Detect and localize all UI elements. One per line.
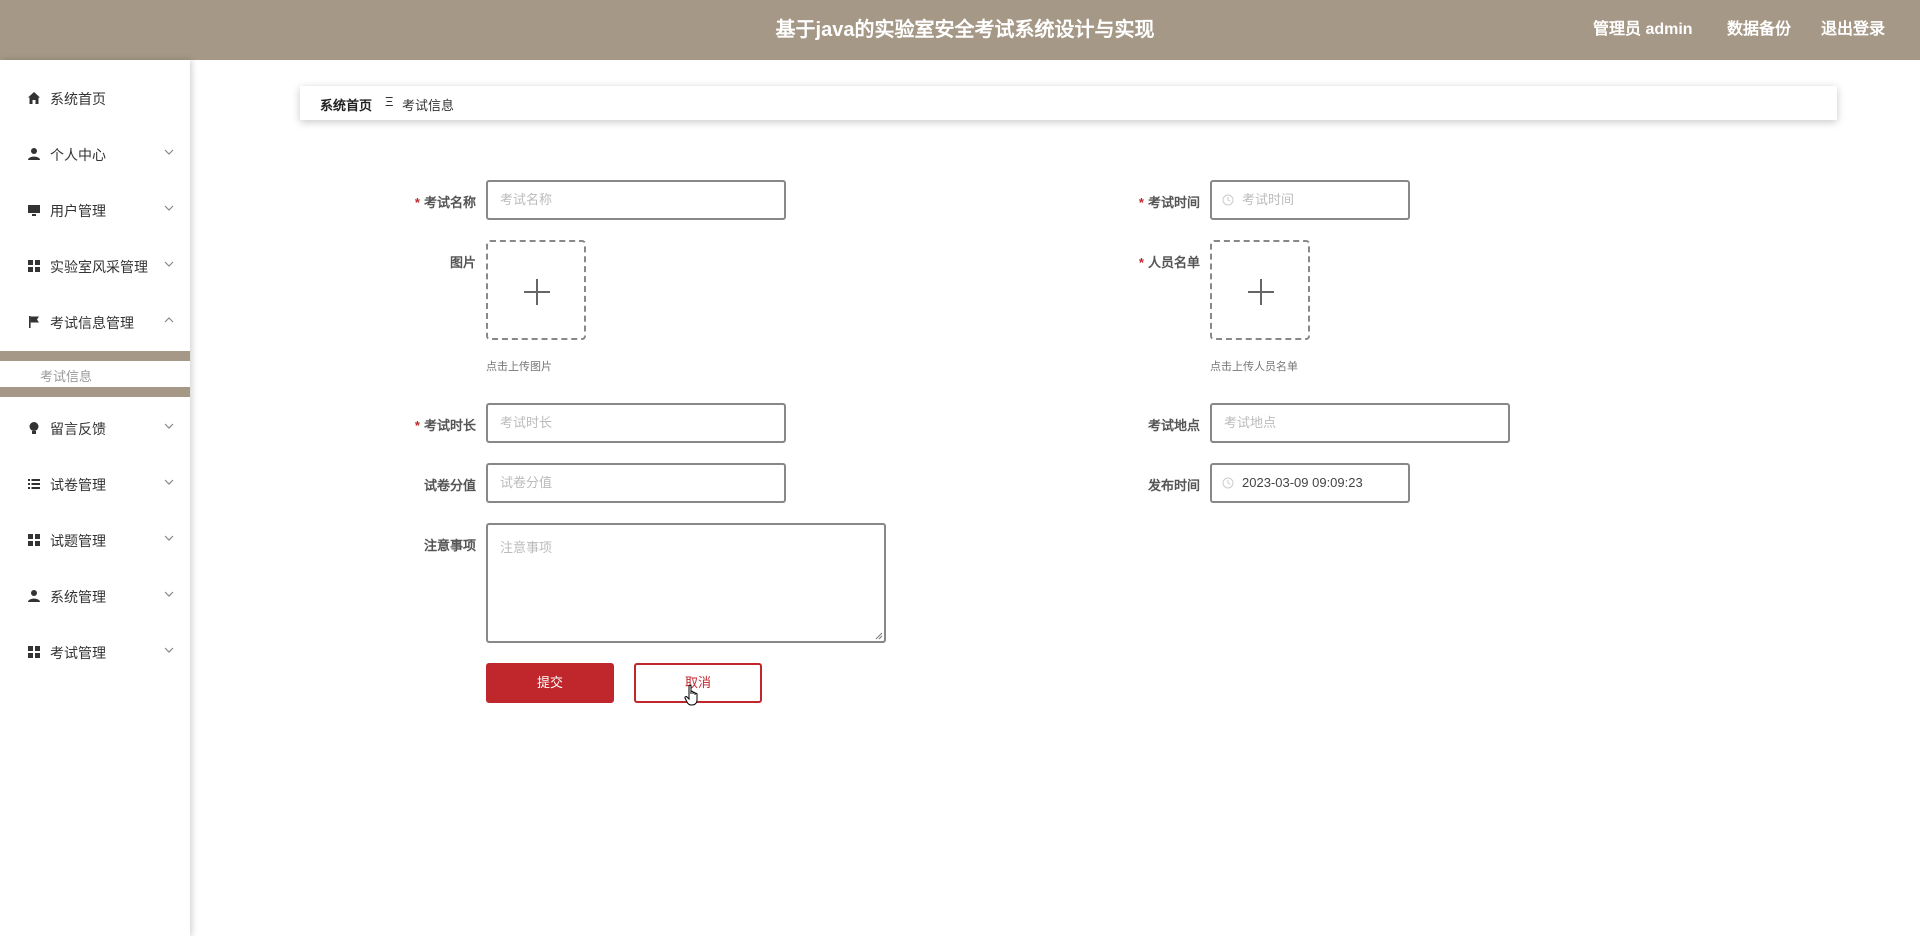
top-header: 基于java的实验室安全考试系统设计与实现 管理员 admin 数据备份 退出登… (0, 0, 1920, 60)
sidebar-item-label: 考试管理 (50, 645, 106, 661)
sidebar-subitem-exam-info[interactable]: 考试信息 (0, 361, 190, 387)
exam-name-label: * 考试名称 (414, 195, 476, 210)
chevron-down-icon (164, 591, 174, 597)
sidebar-item-exam-info-management[interactable]: 考试信息管理 (0, 302, 190, 342)
breadcrumb-home-link[interactable]: 系统首页 (320, 95, 372, 114)
chevron-down-icon (164, 479, 174, 485)
publish-time-label: 发布时间 (1147, 478, 1200, 493)
admin-user-link[interactable]: 管理员 admin (1593, 0, 1693, 60)
clock-icon (1222, 477, 1234, 489)
roster-label: * 人员名单 (1138, 255, 1200, 270)
sidebar-item-label: 系统首页 (50, 91, 106, 107)
breadcrumb: 系统首页 Ξ 考试信息 (300, 86, 1837, 120)
sidebar-item-label: 留言反馈 (50, 421, 106, 437)
sidebar-item-lab-showcase[interactable]: 实验室风采管理 (0, 246, 190, 286)
duration-label: * 考试时长 (414, 418, 476, 433)
logout-link[interactable]: 退出登录 (1821, 0, 1885, 60)
publish-time-value: 2023-03-09 09:09:23 (1242, 475, 1363, 490)
sidebar-item-label: 用户管理 (50, 203, 106, 219)
user-icon (28, 590, 40, 602)
chevron-down-icon (164, 205, 174, 211)
duration-input[interactable]: 考试时长 (486, 403, 786, 443)
user-icon (28, 148, 40, 160)
sidebar-item-label: 个人中心 (50, 147, 106, 163)
chevron-up-icon (164, 317, 174, 323)
sidebar-subitem-label: 考试信息 (40, 369, 93, 384)
sidebar-item-label: 考试信息管理 (50, 315, 134, 331)
score-label: 试卷分值 (423, 478, 476, 493)
list-icon (28, 479, 40, 489)
chevron-down-icon (164, 647, 174, 653)
notes-placeholder: 注意事项 (500, 540, 553, 555)
sidebar-item-label: 系统管理 (50, 589, 106, 605)
chevron-down-icon (164, 261, 174, 267)
data-backup-link[interactable]: 数据备份 (1727, 0, 1791, 60)
submit-button[interactable]: 提交 (486, 663, 614, 703)
exam-time-label: * 考试时间 (1138, 195, 1200, 210)
picture-upload-hint: 点击上传图片 (486, 361, 552, 373)
grid-icon (28, 646, 40, 658)
picture-upload[interactable] (486, 240, 586, 340)
sidebar-item-home[interactable]: 系统首页 (0, 78, 190, 118)
chevron-down-icon (164, 535, 174, 541)
submenu-divider-top (0, 351, 190, 361)
publish-time-picker[interactable]: 2023-03-09 09:09:23 (1210, 463, 1410, 503)
picture-label: 图片 (449, 255, 476, 270)
submenu-divider-bottom (0, 387, 190, 397)
sidebar-item-label: 试题管理 (50, 533, 106, 549)
sidebar-item-exam-management[interactable]: 考试管理 (0, 632, 190, 672)
roster-upload[interactable] (1210, 240, 1310, 340)
sidebar-item-user-management[interactable]: 用户管理 (0, 190, 190, 230)
roster-upload-hint: 点击上传人员名单 (1210, 361, 1298, 373)
grid-icon (28, 534, 40, 546)
clock-icon (1222, 194, 1234, 206)
flag-icon (29, 316, 39, 328)
exam-time-picker[interactable]: 考试时间 (1210, 180, 1410, 220)
notes-label: 注意事项 (423, 538, 476, 553)
sidebar-item-system-management[interactable]: 系统管理 (0, 576, 190, 616)
bulb-icon (29, 422, 39, 434)
location-input[interactable]: 考试地点 (1210, 403, 1510, 443)
breadcrumb-current: 考试信息 (402, 98, 455, 113)
breadcrumb-separator: Ξ (385, 94, 394, 109)
monitor-icon (28, 205, 40, 216)
chevron-down-icon (164, 149, 174, 155)
sidebar-item-feedback[interactable]: 留言反馈 (0, 408, 190, 448)
sidebar-item-paper-management[interactable]: 试卷管理 (0, 464, 190, 504)
sidebar-item-personal-center[interactable]: 个人中心 (0, 134, 190, 174)
grid-icon (28, 260, 40, 272)
resize-grip-icon[interactable] (875, 632, 883, 640)
chevron-down-icon (164, 423, 174, 429)
hand-cursor-icon (684, 684, 698, 706)
sidebar: 系统首页 个人中心 用户管理 实验室风采管理 考试信息管理 考试信息 留言反馈 … (0, 60, 190, 936)
home-icon (28, 92, 40, 104)
exam-name-input[interactable]: 考试名称 (486, 180, 786, 220)
sidebar-item-label: 试卷管理 (50, 477, 106, 493)
score-input[interactable]: 试卷分值 (486, 463, 786, 503)
sidebar-item-label: 实验室风采管理 (50, 259, 148, 275)
sidebar-item-question-management[interactable]: 试题管理 (0, 520, 190, 560)
exam-time-placeholder: 考试时间 (1242, 192, 1295, 207)
notes-textarea[interactable]: 注意事项 (486, 523, 886, 643)
location-label: 考试地点 (1147, 418, 1200, 433)
